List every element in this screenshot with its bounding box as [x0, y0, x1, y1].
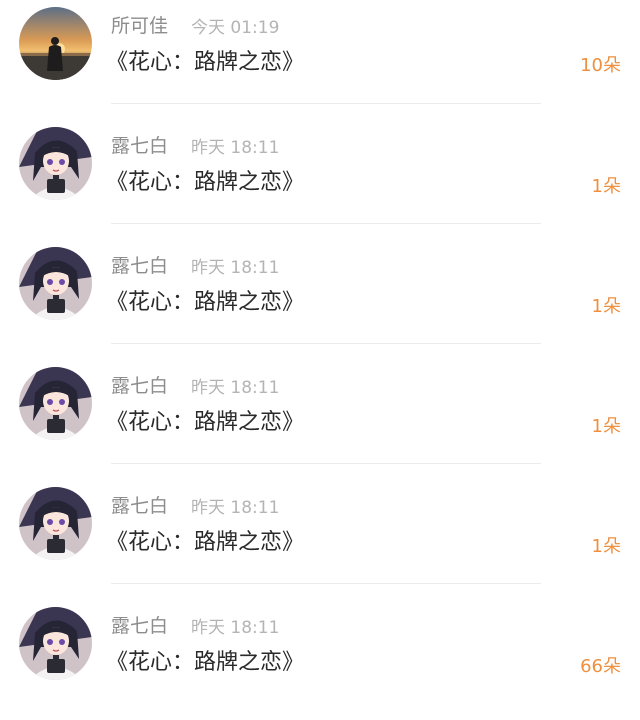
book-title[interactable]: 《花心：路牌之恋》	[106, 404, 304, 436]
divider	[111, 463, 541, 464]
timestamp: 今天 01:19	[191, 18, 280, 38]
username[interactable]: 所可佳	[111, 11, 168, 38]
avatar[interactable]	[19, 487, 92, 560]
timestamp: 昨天 18:11	[191, 258, 280, 278]
timestamp: 昨天 18:11	[191, 378, 280, 398]
timestamp: 昨天 18:11	[191, 498, 280, 518]
gift-count: 1朵	[591, 536, 621, 557]
anime-girl-avatar-icon	[19, 247, 92, 320]
username[interactable]: 露七白	[111, 491, 168, 518]
divider	[111, 223, 541, 224]
anime-girl-avatar-icon	[19, 367, 92, 440]
list-item[interactable]: 露七白 昨天 18:11 《花心：路牌之恋》 66朵	[0, 600, 640, 720]
username[interactable]: 露七白	[111, 371, 168, 398]
book-title[interactable]: 《花心：路牌之恋》	[106, 524, 304, 556]
list-item[interactable]: 露七白 昨天 18:11 《花心：路牌之恋》 1朵	[0, 360, 640, 480]
avatar[interactable]	[19, 367, 92, 440]
sunset-avatar-icon	[19, 7, 92, 80]
book-title[interactable]: 《花心：路牌之恋》	[106, 644, 304, 676]
username[interactable]: 露七白	[111, 251, 168, 278]
avatar[interactable]	[19, 127, 92, 200]
gift-count: 1朵	[591, 296, 621, 317]
avatar[interactable]	[19, 247, 92, 320]
username[interactable]: 露七白	[111, 131, 168, 158]
gift-list: 所可佳 今天 01:19 《花心：路牌之恋》 10朵 露七白 昨天 18:11	[0, 0, 640, 698]
anime-girl-avatar-icon	[19, 487, 92, 560]
list-item[interactable]: 露七白 昨天 18:11 《花心：路牌之恋》 1朵	[0, 240, 640, 360]
timestamp: 昨天 18:11	[191, 138, 280, 158]
timestamp: 昨天 18:11	[191, 618, 280, 638]
book-title[interactable]: 《花心：路牌之恋》	[106, 284, 304, 316]
book-title[interactable]: 《花心：路牌之恋》	[106, 164, 304, 196]
list-item[interactable]: 露七白 昨天 18:11 《花心：路牌之恋》 1朵	[0, 480, 640, 600]
anime-girl-avatar-icon	[19, 127, 92, 200]
divider	[111, 343, 541, 344]
divider	[111, 583, 541, 584]
username[interactable]: 露七白	[111, 611, 168, 638]
divider	[111, 103, 541, 104]
gift-count: 1朵	[591, 176, 621, 197]
list-item[interactable]: 所可佳 今天 01:19 《花心：路牌之恋》 10朵	[0, 0, 640, 120]
gift-count: 10朵	[580, 55, 621, 76]
gift-count: 1朵	[591, 416, 621, 437]
list-item[interactable]: 露七白 昨天 18:11 《花心：路牌之恋》 1朵	[0, 120, 640, 240]
avatar[interactable]	[19, 607, 92, 680]
gift-count: 66朵	[580, 656, 621, 677]
book-title[interactable]: 《花心：路牌之恋》	[106, 44, 304, 76]
avatar[interactable]	[19, 7, 92, 80]
anime-girl-avatar-icon	[19, 607, 92, 680]
